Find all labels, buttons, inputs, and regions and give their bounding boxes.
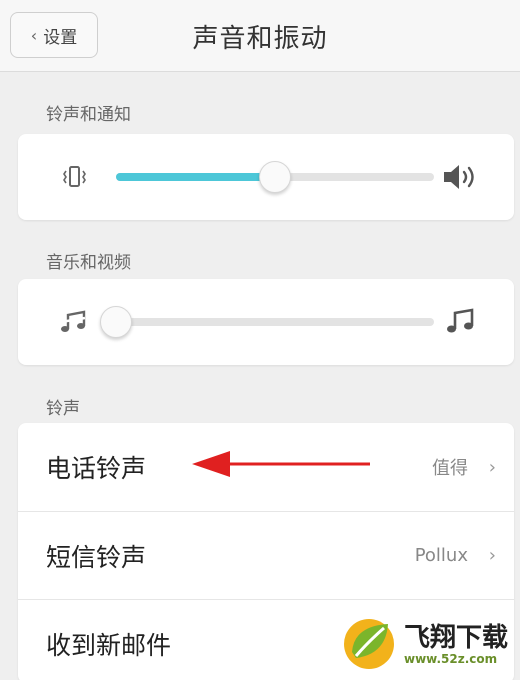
ring-volume-thumb[interactable]: [259, 161, 291, 193]
leaf-logo-icon: [340, 614, 398, 676]
chevron-right-icon: ›: [488, 456, 496, 478]
list-item-sms-ringtone[interactable]: 短信铃声 Pollux ›: [18, 511, 514, 599]
watermark-title: 飞翔下载: [404, 623, 509, 654]
music-note-icon: [444, 305, 476, 341]
row-title: 电话铃声: [46, 454, 147, 483]
vibrate-icon: [62, 164, 86, 194]
row-title: 短信铃声: [46, 542, 147, 572]
music-volume-slider[interactable]: [100, 306, 434, 338]
speaker-volume-icon: [442, 162, 480, 196]
back-button[interactable]: ‹ 设置: [10, 12, 98, 58]
annotation-arrow-icon: [190, 448, 375, 484]
row-value: Pollux: [414, 545, 468, 566]
watermark-url: www.52z.com: [404, 651, 498, 666]
ring-volume-card: [18, 134, 514, 220]
chevron-left-icon: ‹: [30, 25, 38, 45]
ring-volume-slider[interactable]: [116, 161, 434, 193]
chevron-right-icon: ›: [488, 545, 496, 566]
music-note-muted-icon: [58, 307, 88, 341]
row-title: 收到新邮件: [46, 630, 172, 660]
back-button-label: 设置: [43, 27, 78, 48]
music-volume-card: [18, 279, 514, 365]
watermark: 飞翔下载 www.52z.com: [340, 612, 520, 678]
ring-volume-fill: [116, 173, 275, 181]
music-volume-thumb[interactable]: [100, 306, 132, 338]
section-label-music-video: 音乐和视频: [46, 253, 131, 273]
nav-bar: 声音和振动 ‹ 设置: [0, 0, 520, 72]
row-value: 值得: [432, 458, 468, 479]
section-label-ringtones: 铃声: [46, 399, 80, 419]
section-label-ring-notify: 铃声和通知: [46, 105, 131, 125]
